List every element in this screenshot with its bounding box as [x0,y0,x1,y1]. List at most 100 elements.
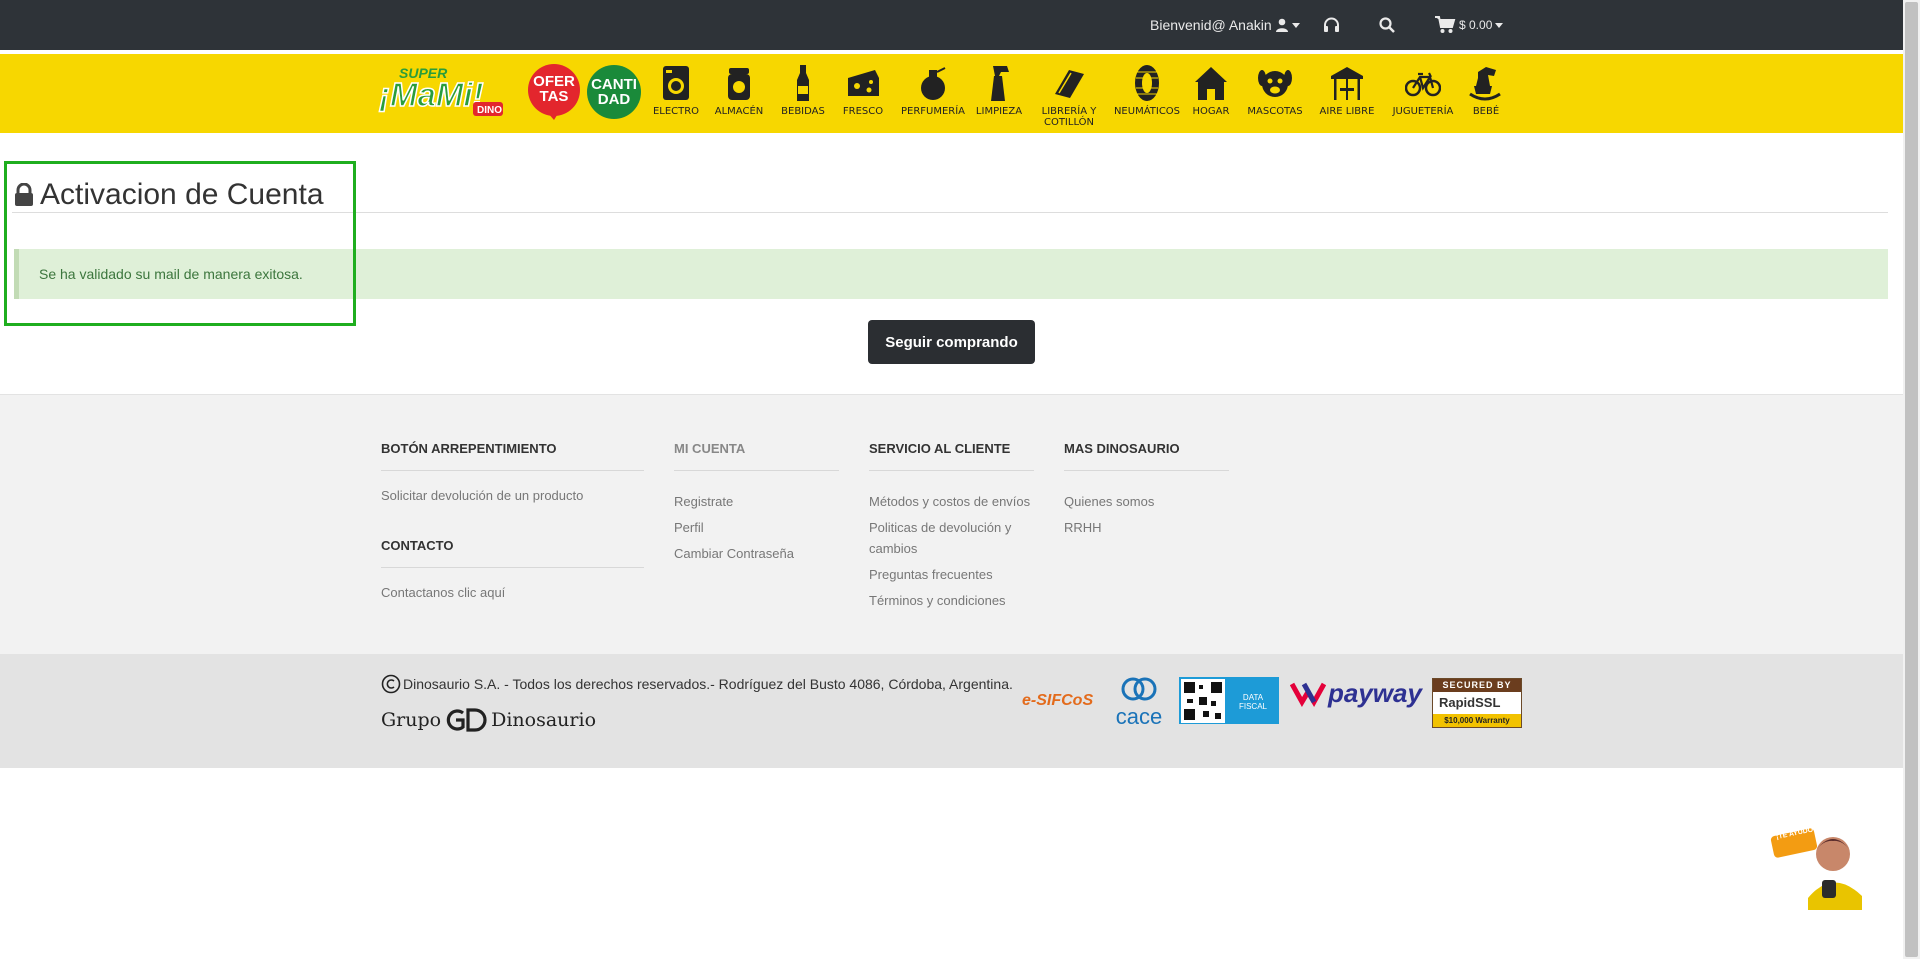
copyright-icon [381,674,401,694]
category-aire-libre[interactable]: AIRE LIBRE [1312,64,1382,117]
category-label: FRESCO [842,106,884,117]
cart-icon [1435,16,1456,33]
footer-heading: MAS DINOSAURIO [1064,441,1180,456]
grupo-text: Grupo [381,709,442,731]
highlight-box [4,161,356,326]
category-neumaticos[interactable]: NEUMÁTICOS [1112,64,1182,117]
house-icon [1195,67,1227,100]
cheese-icon [848,70,879,96]
category-label: JUGUETERÍA [1392,106,1454,117]
gazebo-icon [1331,67,1363,100]
ofertas-button[interactable]: OFER TAS [527,64,583,120]
logo-mami-text: ¡MaMi! [379,76,483,113]
footer-link-cambiar-contrasena[interactable]: Cambiar Contraseña [674,543,839,564]
category-label: LIBRERÍA Y COTILLÓN [1041,106,1097,128]
category-jugueteria[interactable]: JUGUETERÍA [1388,64,1458,117]
mami-logo[interactable]: SUPER ¡MaMi! DINO [377,64,515,120]
copyright-text: Dinosaurio S.A. - Todos los derechos res… [403,676,1013,692]
dinosaurio-text: Dinosaurio [491,709,597,731]
bottle-icon [797,65,809,101]
footer-link-terminos[interactable]: Términos y condiciones [869,590,1034,611]
footer-col-mi-cuenta: MI CUENTA Registrate Perfil Cambiar Cont… [674,441,839,569]
rocking-horse-icon [1469,67,1501,101]
sifcos-badge[interactable]: e-SIFCoS [1022,692,1093,710]
category-label: LIMPIEZA [975,106,1023,117]
category-label: BEBÉ [1472,106,1500,117]
footer-col-arrepentimiento: BOTÓN ARREPENTIMIENTO Solicitar devoluci… [381,441,644,608]
category-electro[interactable]: ELECTRO [641,64,711,117]
cace-badge[interactable]: cace [1110,676,1168,729]
bicycle-icon [1405,72,1441,97]
category-perfumeria[interactable]: PERFUMERÍA [898,64,968,117]
book-icon [1055,70,1084,98]
footer-link-rrhh[interactable]: RRHH [1064,517,1229,538]
cantidad-label: CANTI DAD [591,76,637,108]
ofertas-label: OFER TAS [533,73,575,105]
ssl-warranty-text: $10,000 Warranty [1433,714,1521,727]
gd-logo-icon [446,708,487,732]
footer-link-registrate[interactable]: Registrate [674,491,839,512]
category-mascotas[interactable]: MASCOTAS [1240,64,1310,117]
footer-heading: MI CUENTA [674,441,746,456]
footer-col-servicio: SERVICIO AL CLIENTE Métodos y costos de … [869,441,1034,616]
divider [381,470,644,471]
jar-icon [728,68,750,100]
category-limpieza[interactable]: LIMPIEZA [964,64,1034,117]
footer-link-devolucion[interactable]: Solicitar devolución de un producto [381,485,644,506]
footer-link-contacto[interactable]: Contactanos clic aquí [381,582,644,603]
scrollbar-thumb[interactable] [1905,2,1918,957]
footer-link-preguntas[interactable]: Preguntas frecuentes [869,564,1034,585]
dog-icon [1258,70,1292,97]
category-bebe[interactable]: BEBÉ [1451,64,1521,117]
category-libreria[interactable]: LIBRERÍA Y COTILLÓN [1034,64,1104,128]
logo-dino-text: DINO [477,105,502,116]
footer-col-mas-dinosaurio: MAS DINOSAURIO Quienes somos RRHH [1064,441,1229,543]
user-icon [1275,18,1288,32]
support-button[interactable] [1323,0,1340,50]
category-label: MASCOTAS [1247,106,1303,117]
category-nav: SUPER ¡MaMi! DINO OFER TAS CANTI DAD ELE… [0,51,1903,133]
divider [1064,470,1229,471]
help-assistant-button[interactable]: ¡TE AYUDO! [1770,810,1871,910]
cace-text: cace [1115,704,1163,729]
cantidad-button[interactable]: CANTI DAD [586,64,642,120]
data-fiscal-badge[interactable]: DATA FISCAL [1179,677,1279,724]
grupo-dinosaurio-logo: Grupo Dinosaurio [381,707,596,733]
assistant-avatar-icon [1770,822,1871,910]
rapidssl-badge[interactable]: SECURED BY RapidSSL $10,000 Warranty [1432,678,1522,728]
user-menu[interactable]: Bienvenid@ Anakin [1150,0,1300,50]
divider [381,567,644,568]
washing-machine-icon [663,66,689,100]
tire-icon [1135,65,1159,101]
payway-logo-icon [1290,682,1326,707]
payway-text: payway [1328,678,1422,708]
qr-code-icon [1181,679,1225,723]
perfume-icon [921,67,946,100]
footer-link-quienes-somos[interactable]: Quienes somos [1064,491,1229,512]
footer-heading: SERVICIO AL CLIENTE [869,441,1011,456]
top-bar: Bienvenid@ Anakin $ 0.00 [0,0,1903,50]
ssl-brand-text: RapidSSL [1439,695,1501,710]
category-fresco[interactable]: FRESCO [828,64,898,117]
category-almacen[interactable]: ALMACÉN [704,64,774,117]
footer-link-politicas[interactable]: Politicas de devolución y cambios [869,517,1034,559]
search-button[interactable] [1379,0,1395,50]
category-hogar[interactable]: HOGAR [1176,64,1246,117]
cart-menu[interactable]: $ 0.00 [1435,0,1504,50]
payway-badge[interactable]: payway [1290,678,1422,709]
category-label: ALMACÉN [714,106,764,117]
continue-shopping-button[interactable]: Seguir comprando [868,320,1035,364]
category-label: BEBIDAS [781,106,825,117]
category-label: PERFUMERÍA [900,106,966,117]
sub-footer: Dinosaurio S.A. - Todos los derechos res… [0,654,1903,768]
cace-logo-icon [1121,677,1157,701]
copyright: Dinosaurio S.A. - Todos los derechos res… [381,674,1013,694]
footer-link-envios[interactable]: Métodos y costos de envíos [869,491,1034,512]
footer: BOTÓN ARREPENTIMIENTO Solicitar devoluci… [0,394,1903,654]
headphones-icon [1324,17,1339,32]
category-label: NEUMÁTICOS [1113,106,1181,117]
category-label: ELECTRO [652,106,700,117]
footer-link-perfil[interactable]: Perfil [674,517,839,538]
category-label: AIRE LIBRE [1319,106,1375,117]
category-label: HOGAR [1192,106,1230,117]
